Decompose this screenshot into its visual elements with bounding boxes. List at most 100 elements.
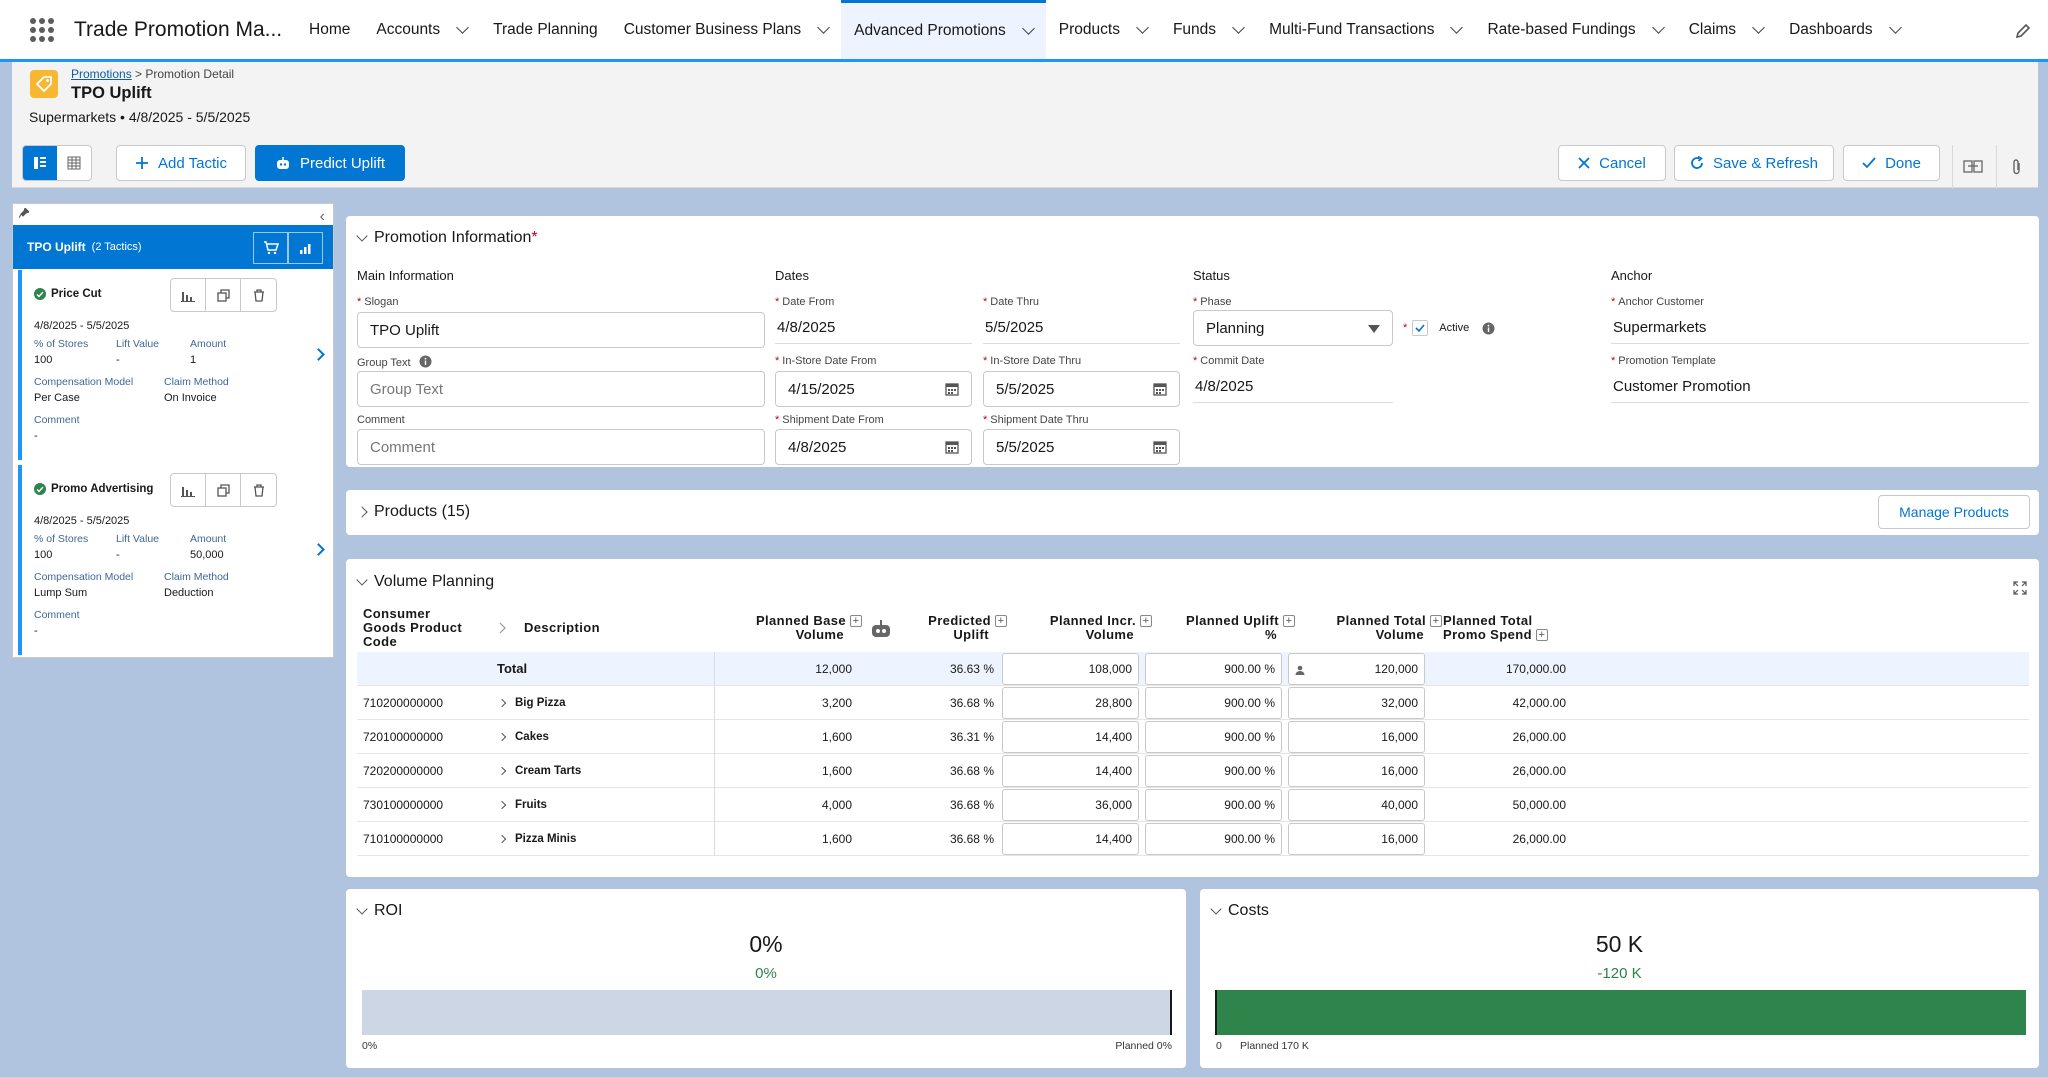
uplift-pct-input[interactable]: 900.00 % bbox=[1145, 721, 1282, 753]
compare-icon[interactable] bbox=[1952, 145, 1992, 189]
nav-tab-claims[interactable]: Claims bbox=[1676, 0, 1776, 59]
in-store-thru-input[interactable]: 5/5/2025 bbox=[983, 371, 1180, 407]
incr-volume-input[interactable]: 36,000 bbox=[1002, 789, 1139, 821]
cancel-button[interactable]: Cancel bbox=[1558, 145, 1666, 181]
comment-input[interactable]: Comment bbox=[357, 429, 765, 465]
chevron-down-icon[interactable] bbox=[1651, 20, 1665, 34]
uplift-pct-input[interactable]: 900.00 % bbox=[1145, 789, 1282, 821]
chevron-down-icon[interactable] bbox=[1888, 20, 1902, 34]
pencil-icon[interactable] bbox=[2014, 22, 2032, 40]
calendar-icon[interactable] bbox=[1153, 382, 1167, 396]
product-description[interactable]: Big Pizza bbox=[497, 686, 565, 719]
shipment-thru-input[interactable]: 5/5/2025 bbox=[983, 429, 1180, 465]
chevron-down-icon[interactable] bbox=[1752, 20, 1765, 34]
tactic-chart-icon[interactable] bbox=[171, 474, 206, 506]
info-icon[interactable] bbox=[1482, 322, 1495, 335]
trash-icon[interactable] bbox=[241, 474, 276, 506]
chevron-down-icon[interactable] bbox=[1232, 20, 1245, 34]
nav-tab-rate-based-fundings[interactable]: Rate-based Fundings bbox=[1474, 0, 1675, 59]
split-view-icon[interactable] bbox=[23, 146, 57, 180]
incr-volume-input[interactable]: 14,400 bbox=[1002, 823, 1139, 855]
chevron-right-icon[interactable] bbox=[312, 543, 325, 556]
chevron-down-icon[interactable] bbox=[1450, 20, 1464, 34]
nav-tab-funds[interactable]: Funds bbox=[1160, 0, 1256, 59]
chevron-down-icon[interactable] bbox=[1021, 22, 1035, 35]
nav-tab-trade-planning[interactable]: Trade Planning bbox=[480, 0, 611, 59]
column-expand-icon[interactable] bbox=[493, 618, 513, 638]
product-description[interactable]: Fruits bbox=[497, 788, 547, 821]
nav-tab-dashboards[interactable]: Dashboards bbox=[1776, 0, 1913, 59]
chevron-down-icon[interactable] bbox=[1136, 20, 1149, 34]
app-launcher-icon[interactable] bbox=[30, 17, 54, 42]
col-header-code[interactable]: Consumer Goods Product Code bbox=[363, 607, 462, 649]
chevron-right-icon[interactable] bbox=[497, 732, 507, 741]
promotion-information-header[interactable]: Promotion Information * bbox=[356, 229, 538, 247]
breadcrumb-promotions-link[interactable]: Promotions bbox=[71, 67, 132, 81]
grid-view-icon[interactable] bbox=[57, 146, 91, 180]
add-tactic-button[interactable]: Add Tactic bbox=[116, 145, 246, 181]
volume-planning-header[interactable]: Volume Planning bbox=[356, 573, 494, 591]
calendar-icon[interactable] bbox=[945, 440, 959, 454]
in-store-from-input[interactable]: 4/15/2025 bbox=[775, 371, 972, 407]
nav-tab-multi-fund-transactions[interactable]: Multi-Fund Transactions bbox=[1256, 0, 1474, 59]
uplift-pct-input[interactable]: 900.00 % bbox=[1145, 755, 1282, 787]
chevron-right-icon[interactable] bbox=[497, 800, 507, 809]
collapse-panel-icon[interactable]: ‹ bbox=[320, 208, 325, 226]
info-icon[interactable] bbox=[419, 355, 432, 368]
total-volume-input[interactable]: 16,000 bbox=[1288, 823, 1425, 855]
save-refresh-button[interactable]: Save & Refresh bbox=[1674, 145, 1834, 181]
copy-icon[interactable] bbox=[206, 279, 241, 311]
uplift-pct-input[interactable]: 900.00 % bbox=[1145, 687, 1282, 719]
costs-header[interactable]: Costs bbox=[1210, 902, 1269, 920]
predict-uplift-button[interactable]: Predict Uplift bbox=[255, 145, 405, 181]
chart-icon[interactable] bbox=[288, 232, 323, 264]
chevron-right-icon[interactable] bbox=[312, 348, 325, 361]
chevron-down-icon[interactable] bbox=[817, 20, 831, 34]
slogan-input[interactable]: TPO Uplift bbox=[357, 312, 765, 348]
tactic-chart-icon[interactable] bbox=[171, 279, 206, 311]
calendar-icon[interactable] bbox=[1153, 440, 1167, 454]
chevron-down-icon[interactable] bbox=[456, 20, 469, 34]
chevron-right-icon[interactable] bbox=[497, 698, 507, 707]
total-volume-input[interactable]: 120,000 bbox=[1288, 653, 1425, 685]
active-checkbox[interactable] bbox=[1412, 320, 1429, 336]
nav-tab-advanced-promotions[interactable]: Advanced Promotions bbox=[841, 0, 1046, 59]
col-header-description[interactable]: Description bbox=[524, 621, 600, 635]
incr-volume-input[interactable]: 108,000 bbox=[1002, 653, 1139, 685]
expand-icon[interactable] bbox=[2013, 581, 2027, 595]
total-volume-input[interactable]: 16,000 bbox=[1288, 755, 1425, 787]
total-volume-input[interactable]: 32,000 bbox=[1288, 687, 1425, 719]
cart-icon[interactable] bbox=[253, 232, 288, 264]
manage-products-button[interactable]: Manage Products bbox=[1878, 495, 2030, 529]
products-header[interactable]: Products (15) bbox=[356, 503, 470, 521]
calendar-icon[interactable] bbox=[945, 382, 959, 396]
tactic-card[interactable]: Price Cut 4/8/2025 - 5/5/2025 % of Store… bbox=[18, 270, 325, 460]
uplift-pct-input[interactable]: 900.00 % bbox=[1145, 653, 1282, 685]
done-button[interactable]: Done bbox=[1843, 145, 1940, 181]
nav-tab-customer-business-plans[interactable]: Customer Business Plans bbox=[611, 0, 841, 59]
nav-tab-accounts[interactable]: Accounts bbox=[363, 0, 480, 59]
trash-icon[interactable] bbox=[241, 279, 276, 311]
copy-icon[interactable] bbox=[206, 474, 241, 506]
uplift-pct-input[interactable]: 900.00 % bbox=[1145, 823, 1282, 855]
product-description[interactable]: Pizza Minis bbox=[497, 822, 576, 855]
col-header-total-promo-spend[interactable]: Planned Total Promo Spend + bbox=[1443, 614, 1548, 642]
total-volume-input[interactable]: 16,000 bbox=[1288, 721, 1425, 753]
nav-tab-home[interactable]: Home bbox=[296, 0, 363, 59]
attachment-icon[interactable] bbox=[1996, 145, 2036, 189]
product-description[interactable]: Cream Tarts bbox=[497, 754, 581, 787]
incr-volume-input[interactable]: 28,800 bbox=[1002, 687, 1139, 719]
roi-header[interactable]: ROI bbox=[356, 902, 402, 920]
col-header-total-volume[interactable]: Planned Total + Volume bbox=[1257, 614, 1442, 642]
chevron-right-icon[interactable] bbox=[497, 834, 507, 843]
product-description[interactable]: Cakes bbox=[497, 720, 549, 753]
phase-select[interactable]: Planning bbox=[1193, 310, 1393, 346]
incr-volume-input[interactable]: 14,400 bbox=[1002, 755, 1139, 787]
group-text-input[interactable]: Group Text bbox=[357, 371, 765, 407]
shipment-from-input[interactable]: 4/8/2025 bbox=[775, 429, 972, 465]
incr-volume-input[interactable]: 14,400 bbox=[1002, 721, 1139, 753]
chevron-right-icon[interactable] bbox=[497, 766, 507, 775]
nav-tab-products[interactable]: Products bbox=[1046, 0, 1160, 59]
pin-icon[interactable] bbox=[19, 208, 29, 218]
total-volume-input[interactable]: 40,000 bbox=[1288, 789, 1425, 821]
